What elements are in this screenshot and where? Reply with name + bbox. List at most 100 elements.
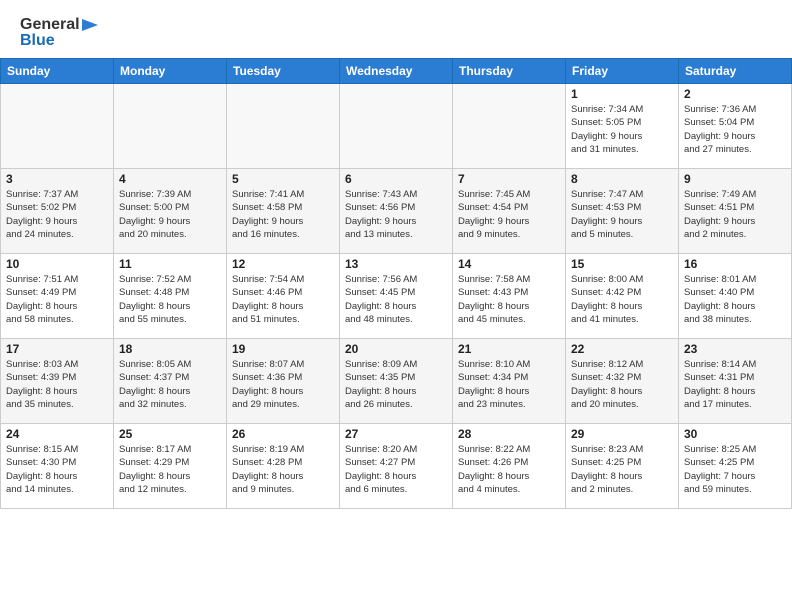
calendar-cell: 26 Sunrise: 8:19 AM Sunset: 4:28 PM Dayli…	[227, 424, 340, 509]
weekday-header-tuesday: Tuesday	[227, 59, 340, 84]
calendar-cell: 16Sunrise: 8:01 AM Sunset: 4:40 PM Dayli…	[679, 254, 792, 339]
day-info: Sunrise: 7:41 AM Sunset: 4:58 PM Dayligh…	[232, 188, 334, 241]
day-number: 25	[119, 427, 221, 441]
calendar-cell: 11 Sunrise: 7:52 AM Sunset: 4:48 PM Dayli…	[114, 254, 227, 339]
day-number: 15	[571, 257, 673, 271]
calendar-cell: 12 Sunrise: 7:54 AM Sunset: 4:46 PM Dayli…	[227, 254, 340, 339]
calendar-cell: 23Sunrise: 8:14 AM Sunset: 4:31 PM Dayli…	[679, 339, 792, 424]
day-number: 11	[119, 257, 221, 271]
calendar-cell: 29Sunrise: 8:23 AM Sunset: 4:25 PM Dayli…	[566, 424, 679, 509]
day-info: Sunrise: 7:47 AM Sunset: 4:53 PM Dayligh…	[571, 188, 673, 241]
calendar-cell: 10 Sunrise: 7:51 AM Sunset: 4:49 PM Dayli…	[1, 254, 114, 339]
day-info: Sunrise: 7:45 AM Sunset: 4:54 PM Dayligh…	[458, 188, 560, 241]
day-info: Sunrise: 8:22 AM Sunset: 4:26 PM Dayligh…	[458, 443, 560, 496]
calendar-cell: 25 Sunrise: 8:17 AM Sunset: 4:29 PM Dayli…	[114, 424, 227, 509]
logo-blue-text: Blue	[20, 32, 98, 50]
day-number: 17	[6, 342, 108, 356]
day-info: Sunrise: 8:12 AM Sunset: 4:32 PM Dayligh…	[571, 358, 673, 411]
calendar-cell	[114, 84, 227, 169]
day-number: 22	[571, 342, 673, 356]
day-number: 5	[232, 172, 334, 186]
calendar-cell: 27 Sunrise: 8:20 AM Sunset: 4:27 PM Dayli…	[340, 424, 453, 509]
calendar-cell: 2 Sunrise: 7:36 AM Sunset: 5:04 PM Daylig…	[679, 84, 792, 169]
day-number: 20	[345, 342, 447, 356]
calendar-week-row: 17Sunrise: 8:03 AM Sunset: 4:39 PM Dayli…	[1, 339, 792, 424]
day-info: Sunrise: 8:25 AM Sunset: 4:25 PM Dayligh…	[684, 443, 786, 496]
calendar-cell: 22 Sunrise: 8:12 AM Sunset: 4:32 PM Dayli…	[566, 339, 679, 424]
calendar-cell	[453, 84, 566, 169]
day-number: 8	[571, 172, 673, 186]
calendar-cell: 18 Sunrise: 8:05 AM Sunset: 4:37 PM Dayli…	[114, 339, 227, 424]
day-number: 2	[684, 87, 786, 101]
calendar-cell	[1, 84, 114, 169]
calendar-cell: 21Sunrise: 8:10 AM Sunset: 4:34 PM Dayli…	[453, 339, 566, 424]
day-info: Sunrise: 7:56 AM Sunset: 4:45 PM Dayligh…	[345, 273, 447, 326]
day-info: Sunrise: 8:09 AM Sunset: 4:35 PM Dayligh…	[345, 358, 447, 411]
calendar-week-row: 1Sunrise: 7:34 AM Sunset: 5:05 PM Daylig…	[1, 84, 792, 169]
day-number: 6	[345, 172, 447, 186]
calendar-cell	[227, 84, 340, 169]
day-info: Sunrise: 7:39 AM Sunset: 5:00 PM Dayligh…	[119, 188, 221, 241]
day-number: 27	[345, 427, 447, 441]
day-number: 3	[6, 172, 108, 186]
day-info: Sunrise: 7:49 AM Sunset: 4:51 PM Dayligh…	[684, 188, 786, 241]
day-info: Sunrise: 8:19 AM Sunset: 4:28 PM Dayligh…	[232, 443, 334, 496]
day-number: 4	[119, 172, 221, 186]
calendar-cell: 9 Sunrise: 7:49 AM Sunset: 4:51 PM Daylig…	[679, 169, 792, 254]
day-info: Sunrise: 8:14 AM Sunset: 4:31 PM Dayligh…	[684, 358, 786, 411]
day-number: 19	[232, 342, 334, 356]
day-info: Sunrise: 7:58 AM Sunset: 4:43 PM Dayligh…	[458, 273, 560, 326]
calendar-cell: 1Sunrise: 7:34 AM Sunset: 5:05 PM Daylig…	[566, 84, 679, 169]
day-number: 9	[684, 172, 786, 186]
day-info: Sunrise: 7:43 AM Sunset: 4:56 PM Dayligh…	[345, 188, 447, 241]
day-info: Sunrise: 7:34 AM Sunset: 5:05 PM Dayligh…	[571, 103, 673, 156]
weekday-header-wednesday: Wednesday	[340, 59, 453, 84]
day-info: Sunrise: 8:07 AM Sunset: 4:36 PM Dayligh…	[232, 358, 334, 411]
calendar-cell: 8 Sunrise: 7:47 AM Sunset: 4:53 PM Daylig…	[566, 169, 679, 254]
day-number: 30	[684, 427, 786, 441]
day-info: Sunrise: 7:37 AM Sunset: 5:02 PM Dayligh…	[6, 188, 108, 241]
day-info: Sunrise: 8:05 AM Sunset: 4:37 PM Dayligh…	[119, 358, 221, 411]
day-info: Sunrise: 7:54 AM Sunset: 4:46 PM Dayligh…	[232, 273, 334, 326]
logo-row: General Blue	[20, 16, 98, 50]
calendar-cell: 19 Sunrise: 8:07 AM Sunset: 4:36 PM Dayli…	[227, 339, 340, 424]
calendar-cell: 15 Sunrise: 8:00 AM Sunset: 4:42 PM Dayli…	[566, 254, 679, 339]
day-info: Sunrise: 8:15 AM Sunset: 4:30 PM Dayligh…	[6, 443, 108, 496]
day-info: Sunrise: 7:51 AM Sunset: 4:49 PM Dayligh…	[6, 273, 108, 326]
day-number: 16	[684, 257, 786, 271]
day-info: Sunrise: 8:20 AM Sunset: 4:27 PM Dayligh…	[345, 443, 447, 496]
calendar-cell: 4 Sunrise: 7:39 AM Sunset: 5:00 PM Daylig…	[114, 169, 227, 254]
calendar-cell: 3 Sunrise: 7:37 AM Sunset: 5:02 PM Daylig…	[1, 169, 114, 254]
logo-arrow-icon	[82, 19, 98, 31]
day-number: 28	[458, 427, 560, 441]
day-number: 26	[232, 427, 334, 441]
day-info: Sunrise: 7:36 AM Sunset: 5:04 PM Dayligh…	[684, 103, 786, 156]
day-number: 21	[458, 342, 560, 356]
day-info: Sunrise: 8:17 AM Sunset: 4:29 PM Dayligh…	[119, 443, 221, 496]
calendar-cell: 13 Sunrise: 7:56 AM Sunset: 4:45 PM Dayli…	[340, 254, 453, 339]
weekday-header-sunday: Sunday	[1, 59, 114, 84]
calendar-cell: 5 Sunrise: 7:41 AM Sunset: 4:58 PM Daylig…	[227, 169, 340, 254]
calendar-cell: 17Sunrise: 8:03 AM Sunset: 4:39 PM Dayli…	[1, 339, 114, 424]
calendar-cell	[340, 84, 453, 169]
day-number: 10	[6, 257, 108, 271]
calendar-cell: 7Sunrise: 7:45 AM Sunset: 4:54 PM Daylig…	[453, 169, 566, 254]
day-number: 12	[232, 257, 334, 271]
weekday-header-monday: Monday	[114, 59, 227, 84]
calendar-cell: 28 Sunrise: 8:22 AM Sunset: 4:26 PM Dayli…	[453, 424, 566, 509]
day-info: Sunrise: 8:00 AM Sunset: 4:42 PM Dayligh…	[571, 273, 673, 326]
day-number: 18	[119, 342, 221, 356]
logo: General Blue	[20, 16, 98, 50]
day-number: 13	[345, 257, 447, 271]
day-info: Sunrise: 7:52 AM Sunset: 4:48 PM Dayligh…	[119, 273, 221, 326]
weekday-header-friday: Friday	[566, 59, 679, 84]
calendar-cell: 24Sunrise: 8:15 AM Sunset: 4:30 PM Dayli…	[1, 424, 114, 509]
calendar-cell: 20 Sunrise: 8:09 AM Sunset: 4:35 PM Dayli…	[340, 339, 453, 424]
day-number: 29	[571, 427, 673, 441]
calendar-week-row: 3 Sunrise: 7:37 AM Sunset: 5:02 PM Daylig…	[1, 169, 792, 254]
day-number: 14	[458, 257, 560, 271]
calendar-table: SundayMondayTuesdayWednesdayThursdayFrid…	[0, 58, 792, 509]
calendar-week-row: 10 Sunrise: 7:51 AM Sunset: 4:49 PM Dayli…	[1, 254, 792, 339]
calendar-cell: 14 Sunrise: 7:58 AM Sunset: 4:43 PM Dayli…	[453, 254, 566, 339]
calendar-header-row: SundayMondayTuesdayWednesdayThursdayFrid…	[1, 59, 792, 84]
